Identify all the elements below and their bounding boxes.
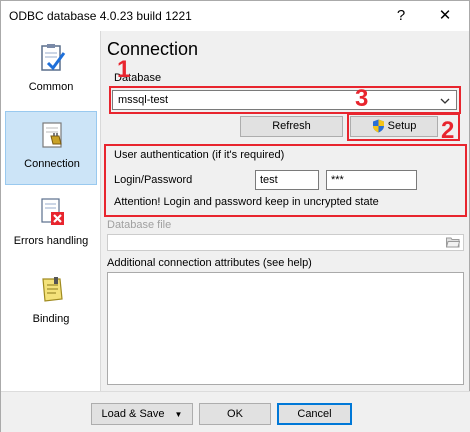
sidebar-item-label: Connection [24, 158, 80, 170]
sidebar-item-label: Binding [32, 313, 70, 325]
attributes-label: Additional connection attributes (see he… [107, 257, 312, 269]
sidebar-item-binding[interactable]: Binding [5, 267, 97, 341]
folder-open-icon [446, 237, 460, 248]
title-bar: ODBC database 4.0.23 build 1221 ? ✕ [1, 1, 469, 31]
sidebar: Common Connection Errors handling Bindin… [1, 31, 101, 391]
window-title: ODBC database 4.0.23 build 1221 [9, 9, 192, 23]
sidebar-item-errors-handling[interactable]: Errors handling [5, 189, 97, 263]
sidebar-item-common[interactable]: Common [5, 35, 97, 109]
database-file-field [107, 234, 464, 251]
sidebar-item-label: Common [28, 81, 74, 93]
sidebar-item-connection[interactable]: Connection [5, 111, 97, 185]
help-button[interactable]: ? [379, 4, 423, 28]
error-document-icon [41, 198, 64, 225]
clipboard-check-icon [41, 44, 66, 71]
annotation-number-1: 1 [117, 56, 131, 83]
binding-note-icon [42, 277, 63, 302]
load-save-label: Load & Save [101, 408, 165, 420]
close-button[interactable]: ✕ [423, 4, 467, 28]
load-save-button[interactable]: Load & Save ▼ [91, 403, 193, 425]
highlight-box-auth [104, 144, 467, 217]
cancel-button[interactable]: Cancel [277, 403, 352, 425]
dialog-window: ODBC database 4.0.23 build 1221 ? ✕ Comm… [0, 0, 470, 432]
database-file-label: Database file [107, 219, 172, 231]
connection-plug-icon [42, 122, 62, 148]
refresh-button[interactable]: Refresh [240, 116, 343, 137]
sidebar-item-label: Errors handling [13, 235, 89, 247]
annotation-number-3: 3 [355, 85, 369, 112]
ok-button[interactable]: OK [199, 403, 271, 425]
attributes-textarea[interactable] [107, 272, 464, 385]
highlight-box-database [109, 86, 461, 114]
caret-down-icon: ▼ [174, 410, 183, 419]
annotation-number-2: 2 [441, 117, 455, 144]
